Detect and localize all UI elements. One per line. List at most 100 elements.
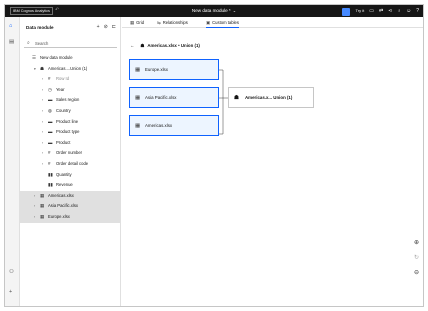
tab-grid[interactable]: ▦ Grid — [130, 19, 144, 28]
data-panel-icon[interactable]: ▤ — [9, 39, 14, 45]
tree-item[interactable]: ▮▮ Revenue — [20, 180, 120, 191]
union-connector — [219, 69, 228, 135]
tree-item-label: Row Id — [56, 76, 70, 82]
chevron-right-icon[interactable]: › — [34, 212, 35, 223]
collapse-panel-icon[interactable]: ⊏ — [112, 24, 116, 30]
share-icon[interactable]: ⋖ — [388, 6, 392, 16]
table-icon: ▦ — [135, 95, 141, 101]
union-icon: ☗ — [140, 43, 145, 48]
tree-item[interactable]: ☰ New data module — [20, 53, 120, 64]
tree-item-label: Revenue — [56, 182, 73, 188]
chevron-right-icon[interactable]: › — [42, 159, 43, 170]
tree-item-label: Country — [56, 108, 71, 113]
tree-item[interactable]: › # Order detail code — [20, 159, 120, 170]
tree-item[interactable]: ▾ ☗ Americas....Union (1) — [20, 64, 120, 75]
breadcrumb-label: Americas.xlsx • Union (1) — [147, 43, 200, 48]
search-icon: ⌕ — [27, 40, 30, 46]
tree-item[interactable]: › ▬ Product line — [20, 117, 120, 128]
tree-item-label: Order detail code — [56, 161, 89, 166]
source-node-label: Americas.xlsx — [145, 123, 173, 128]
tree-item[interactable]: › ▦ Europe.xlsx — [20, 212, 120, 223]
hash-icon: # — [48, 161, 51, 166]
zoom-in-icon[interactable]: ⊕ — [414, 239, 419, 246]
clock-icon: ◷ — [48, 86, 52, 92]
tree-item-label: Europe.xlsx — [48, 214, 70, 219]
notifications-icon[interactable]: ♁ — [397, 6, 401, 16]
tree-item[interactable]: › ▬ Product — [20, 138, 120, 149]
chevron-down-icon[interactable]: ⌄ — [233, 8, 236, 13]
reset-zoom-icon[interactable]: ↻ — [414, 254, 419, 261]
union-result-node[interactable]: ☗ Americas.x... Union (1) — [228, 87, 314, 108]
data-module-panel: Data module + ⊘ ⊏ ⌕ Search ☰ New data mod… — [20, 17, 121, 306]
user-icon[interactable]: ☺ — [406, 6, 411, 16]
tab-custom-tables-label: Custom tables — [212, 20, 239, 25]
chevron-down-icon[interactable]: ▾ — [34, 64, 36, 75]
tree-item-label: Order number — [56, 150, 83, 156]
back-arrow-icon[interactable]: ← — [130, 43, 134, 48]
chevron-right-icon[interactable]: › — [42, 74, 43, 85]
search-input[interactable]: ⌕ Search — [24, 39, 117, 48]
tree-item[interactable]: ▮▮ Quantity — [20, 170, 120, 181]
add-user-icon[interactable]: ⚇ — [9, 269, 14, 275]
source-node-americas[interactable]: ▦ Americas.xlsx — [129, 115, 219, 136]
tree-item[interactable]: › # Order number — [20, 148, 120, 159]
chevron-right-icon[interactable]: › — [42, 117, 43, 128]
zoom-out-icon[interactable]: ⊖ — [414, 269, 419, 276]
relink-icon[interactable]: ⊘ — [104, 24, 108, 30]
source-node-label: Europe.xlsx — [145, 67, 168, 72]
tab-relationships[interactable]: ⇋ Relationships — [157, 19, 188, 28]
try-it-button[interactable]: Try it — [355, 6, 364, 16]
add-icon[interactable]: + — [9, 289, 12, 295]
text-icon: ▬ — [48, 139, 53, 145]
chevron-right-icon[interactable]: › — [42, 127, 43, 138]
text-icon: ▬ — [48, 129, 53, 135]
view-tabs: ▦ Grid ⇋ Relationships ▣ Custom tables — [122, 17, 423, 28]
tree-item[interactable]: › ◷ Year — [20, 85, 120, 96]
help-icon[interactable]: ? — [416, 6, 419, 16]
hash-icon: # — [48, 150, 51, 156]
chevron-right-icon[interactable]: › — [34, 201, 35, 212]
tree-item[interactable]: › ▬ Sales region — [20, 95, 120, 106]
try-it-icon[interactable] — [342, 7, 351, 16]
tab-custom-tables[interactable]: ▣ Custom tables — [206, 19, 239, 28]
tree-item[interactable]: › ◍ Country — [20, 106, 120, 117]
tree-item-label: Product — [56, 139, 71, 145]
chevron-right-icon[interactable]: › — [42, 138, 43, 149]
custom-table-canvas: ▦ Europe.xlsx ▦ Asia Pacific.xlsx ▦ Amer… — [122, 53, 423, 306]
text-icon: ▬ — [48, 118, 53, 124]
document-title-label: New data module * — [191, 7, 231, 13]
module-icon: ☰ — [32, 55, 36, 60]
home-icon[interactable]: ⌂ — [9, 23, 12, 29]
panel-title: Data module — [26, 25, 54, 30]
source-node-label: Asia Pacific.xlsx — [145, 95, 177, 100]
tree-item[interactable]: › ▦ Asia Pacific.xlsx — [20, 201, 120, 212]
breadcrumb: ← ☗ Americas.xlsx • Union (1) — [130, 43, 200, 49]
add-source-icon[interactable]: + — [97, 24, 100, 30]
zoom-controls: ⊕ ↻ ⊖ — [414, 239, 419, 276]
tree-item[interactable]: › ▦ Americas.xlsx — [20, 190, 120, 202]
tab-relationships-label: Relationships — [162, 20, 188, 25]
union-icon: ☗ — [40, 65, 44, 71]
tree-item-label: Product line — [56, 118, 79, 124]
tree-item-label: Americas....Union (1) — [48, 65, 88, 71]
chevron-right-icon[interactable]: › — [34, 191, 35, 202]
top-bar: IBM Cognos Analytics ↶ New data module *… — [5, 5, 423, 17]
chevron-right-icon[interactable]: › — [42, 85, 43, 96]
main-area: ▦ Grid ⇋ Relationships ▣ Custom tables ← ☗ Am… — [122, 17, 423, 306]
tree-item-label: Year — [56, 86, 65, 92]
custom-tables-icon: ▣ — [206, 20, 211, 25]
source-node-europe[interactable]: ▦ Europe.xlsx — [129, 59, 219, 80]
globe-icon: ◍ — [48, 108, 52, 113]
left-rail: ⌂ ▤ ⚇ + — [5, 17, 20, 306]
chevron-right-icon[interactable]: › — [42, 95, 43, 106]
chevron-right-icon[interactable]: › — [42, 106, 43, 117]
top-bar-actions: Try it ▭ ⇄ ⋖ ♁ ☺ ? — [342, 6, 419, 16]
hash-icon: # — [48, 76, 51, 82]
comment-icon[interactable]: ▭ — [369, 6, 374, 16]
source-node-asia-pacific[interactable]: ▦ Asia Pacific.xlsx — [129, 87, 219, 108]
table-icon: ▦ — [40, 214, 45, 219]
settings-icon[interactable]: ⇄ — [379, 6, 383, 16]
tree-item[interactable]: › # Row Id — [20, 74, 120, 85]
tree-item[interactable]: › ▬ Product type — [20, 127, 120, 138]
chevron-right-icon[interactable]: › — [42, 148, 43, 159]
